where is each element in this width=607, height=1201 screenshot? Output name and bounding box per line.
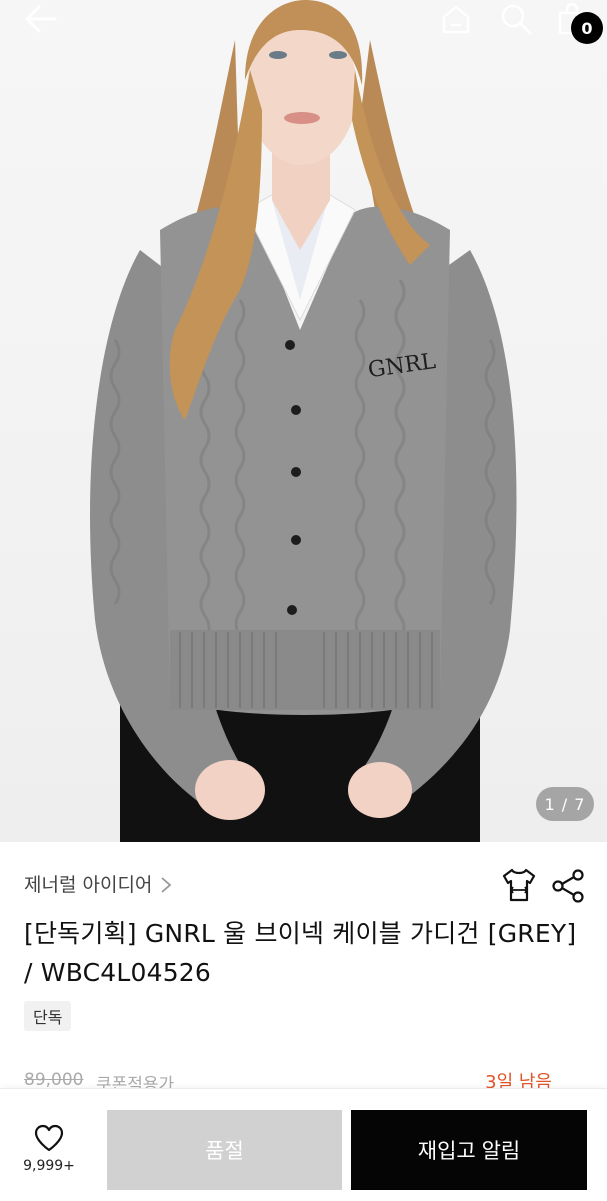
soldout-button[interactable]: 품절 (107, 1110, 342, 1190)
chevron-right-icon (161, 876, 172, 893)
wish-count: 9,999+ (23, 1158, 75, 1174)
restock-alert-button[interactable]: 재입고 알림 (351, 1110, 587, 1190)
share-icon (552, 869, 584, 903)
exclusive-badge: 단독 (24, 1001, 72, 1031)
search-button[interactable] (496, 0, 536, 38)
search-icon (501, 4, 532, 35)
original-price: 89,000 (24, 1070, 84, 1090)
brand-name: 제너럴 아이디어 (24, 874, 153, 896)
brand-link[interactable]: 제너럴 아이디어 (24, 870, 172, 897)
home-icon (442, 5, 470, 34)
size-guide-button[interactable] (502, 866, 536, 904)
product-title: [단독기획] GNRL 울 브이넥 케이블 가디건 [GREY] / WBC4L… (24, 919, 577, 987)
product-image[interactable]: GNRL 0 1 / 7 (0, 0, 607, 842)
product-photo: GNRL (90, 0, 517, 842)
wishlist-button[interactable]: 9,999+ (16, 1124, 82, 1184)
back-arrow-icon (25, 5, 57, 33)
cart-count-badge: 0 (571, 12, 603, 44)
home-button[interactable] (436, 0, 476, 38)
tshirt-icon (502, 868, 536, 902)
back-button[interactable] (20, 0, 60, 38)
image-counter: 1 / 7 (536, 787, 594, 821)
share-button[interactable] (551, 868, 585, 904)
heart-icon (34, 1124, 64, 1152)
